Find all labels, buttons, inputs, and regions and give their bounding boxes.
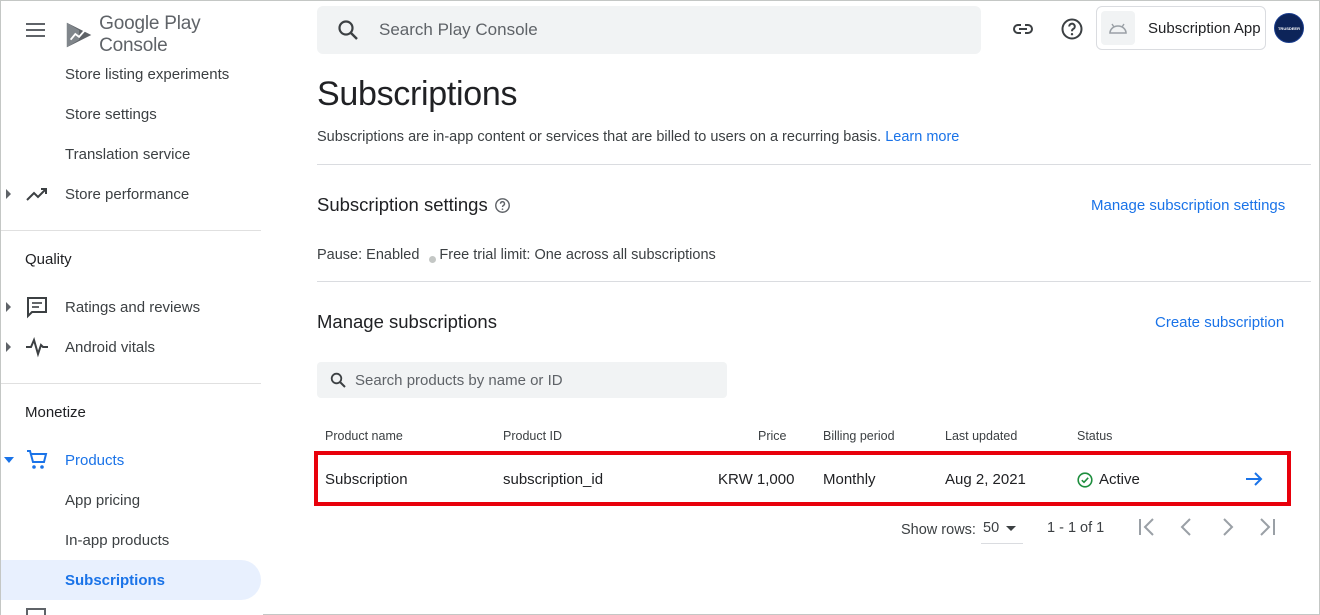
sidebar-item-label: In-app products (65, 531, 170, 549)
sidebar-item-label: App pricing (65, 491, 141, 509)
subscription-settings-heading: Subscription settings (317, 194, 511, 216)
vitals-icon (26, 337, 48, 358)
column-header-status[interactable]: Status (1077, 429, 1112, 443)
page-description: Subscriptions are in-app content or serv… (317, 129, 959, 145)
pause-setting: Pause: Enabled (317, 247, 420, 263)
subscription-settings-title: Subscription settings (317, 194, 488, 215)
manage-subscriptions-heading: Manage subscriptions (317, 311, 497, 332)
trending-up-icon (26, 188, 47, 201)
section-divider (317, 281, 1311, 282)
expand-caret-icon (6, 342, 11, 352)
search-icon (330, 372, 346, 388)
free-trial-setting: Free trial limit: One across all subscri… (439, 247, 716, 263)
cell-product-name: Subscription (325, 471, 408, 488)
create-subscription-link[interactable]: Create subscription (1155, 314, 1284, 331)
collapse-caret-icon (4, 457, 14, 463)
global-search-input[interactable] (379, 6, 959, 54)
previous-page-icon[interactable] (1175, 515, 1199, 539)
sidebar-item-translation-service[interactable]: Translation service (1, 134, 261, 174)
expand-caret-icon (6, 189, 11, 199)
dropdown-arrow-icon (1006, 526, 1016, 531)
sidebar-item-store-performance[interactable]: Store performance (1, 174, 261, 214)
play-logo-icon (66, 22, 92, 48)
search-icon (338, 20, 358, 40)
rows-per-page-select[interactable]: 50 (981, 514, 1023, 544)
column-header-price[interactable]: Price (758, 429, 786, 443)
avatar-text: TRUSDEER (1277, 25, 1300, 31)
page-description-text: Subscriptions are in-app content or serv… (317, 129, 882, 145)
sidebar-item-in-app-products[interactable]: In-app products (1, 520, 261, 560)
separator-dot (429, 255, 437, 263)
logo-text: Google Play Console (99, 13, 201, 56)
product-search-input[interactable] (355, 362, 715, 398)
sidebar-divider (1, 230, 261, 231)
help-outline-icon[interactable] (494, 197, 511, 214)
pagination-range: 1 - 1 of 1 (1047, 520, 1105, 536)
sidebar-item-subscriptions[interactable]: Subscriptions (1, 560, 261, 600)
show-rows-label: Show rows: (901, 522, 976, 538)
sidebar-item-label: Subscriptions (65, 571, 166, 589)
sidebar-item-products[interactable]: Products (1, 440, 261, 480)
sidebar: Google Play Console Store listing experi… (1, 1, 263, 615)
cell-billing-period: Monthly (823, 471, 876, 488)
sidebar-item-label: Store performance (65, 185, 190, 203)
product-search-bar[interactable] (317, 362, 727, 398)
sidebar-item-label: Products (65, 451, 125, 469)
next-page-icon[interactable] (1215, 515, 1239, 539)
cell-price: KRW 1,000 (718, 471, 795, 488)
cell-product-id: subscription_id (503, 471, 604, 488)
column-header-last-updated[interactable]: Last updated (945, 429, 1017, 443)
rows-per-page-value: 50 (983, 520, 1000, 536)
global-search-bar[interactable] (317, 6, 981, 54)
reviews-icon (27, 297, 47, 319)
sidebar-item-store-settings[interactable]: Store settings (1, 94, 261, 134)
help-icon[interactable] (1060, 17, 1084, 41)
android-app-icon (1101, 11, 1135, 45)
column-header-billing-period[interactable]: Billing period (823, 429, 895, 443)
sidebar-item-label: Store settings (65, 105, 157, 123)
partial-icon (26, 608, 46, 615)
sidebar-item-label: Store listing experiments (65, 65, 230, 83)
shopping-cart-icon (27, 450, 48, 469)
status-text: Active (1099, 471, 1140, 488)
sidebar-item-android-vitals[interactable]: Android vitals (1, 327, 261, 367)
sidebar-divider (1, 383, 261, 384)
cell-last-updated: Aug 2, 2021 (945, 471, 1026, 488)
check-circle-icon (1077, 471, 1093, 488)
avatar[interactable]: TRUSDEER (1274, 13, 1304, 43)
settings-summary: Pause: Enabled Free trial limit: One acr… (317, 247, 716, 263)
section-title-quality: Quality (25, 251, 72, 268)
sidebar-item-label: Translation service (65, 145, 191, 163)
last-page-icon[interactable] (1255, 515, 1279, 539)
first-page-icon[interactable] (1135, 515, 1159, 539)
cell-status: Active (1077, 471, 1140, 488)
menu-icon[interactable] (25, 19, 47, 41)
app-name: Subscription App (1148, 20, 1261, 37)
sidebar-item-label: Ratings and reviews (65, 298, 201, 316)
learn-more-link[interactable]: Learn more (885, 129, 959, 145)
manage-subscription-settings-link[interactable]: Manage subscription settings (1091, 197, 1285, 214)
section-title-monetize: Monetize (25, 404, 86, 421)
page-title: Subscriptions (317, 75, 518, 113)
link-icon[interactable] (1011, 17, 1035, 41)
arrow-right-icon[interactable] (1244, 470, 1264, 488)
column-header-product-id[interactable]: Product ID (503, 429, 562, 443)
expand-caret-icon (6, 302, 11, 312)
sidebar-item-ratings-and-reviews[interactable]: Ratings and reviews (1, 287, 261, 327)
sidebar-item-store-listing-experiments[interactable]: Store listing experiments (1, 54, 261, 94)
sidebar-item-app-pricing[interactable]: App pricing (1, 480, 261, 520)
table-row[interactable] (314, 451, 1291, 506)
play-console-logo[interactable]: Google Play Console (65, 13, 263, 57)
app-selector[interactable]: Subscription App (1096, 6, 1266, 50)
sidebar-item-label: Android vitals (65, 338, 156, 356)
column-header-product-name[interactable]: Product name (325, 429, 403, 443)
section-divider (317, 164, 1311, 165)
